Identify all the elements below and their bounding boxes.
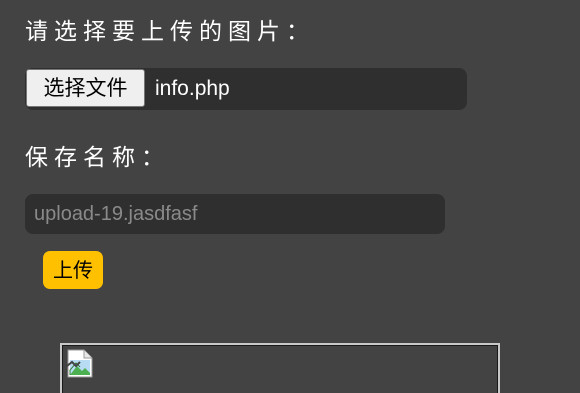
upload-button[interactable]: 上传 xyxy=(43,251,103,289)
upload-page: 请选择要上传的图片： 选择文件 info.php 保存名称： 上传 xyxy=(0,0,580,393)
file-input[interactable]: 选择文件 info.php xyxy=(25,68,467,110)
broken-image-icon xyxy=(66,349,93,378)
image-preview xyxy=(60,343,500,393)
save-name-input[interactable] xyxy=(25,194,445,234)
choose-file-button[interactable]: 选择文件 xyxy=(26,69,145,107)
selected-file-name: info.php xyxy=(155,77,230,100)
upload-label: 请选择要上传的图片： xyxy=(25,19,315,45)
save-name-label: 保存名称： xyxy=(25,145,170,171)
